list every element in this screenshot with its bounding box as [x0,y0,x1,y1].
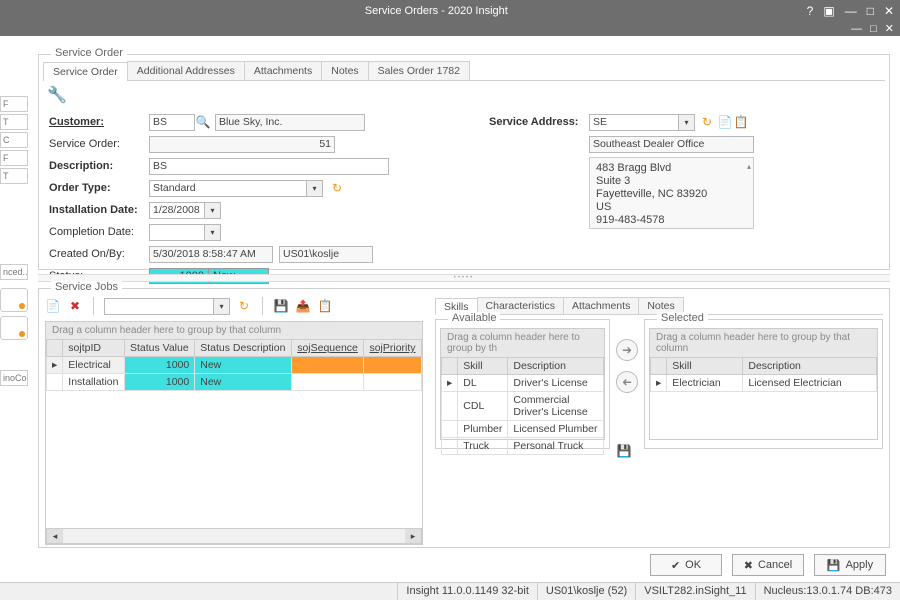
window-title: Service Orders - 2020 Insight [66,5,807,17]
check-icon: ✔ [671,559,680,572]
left-docked-remnant: F T C F T nced... inoCon [0,96,28,388]
horizontal-scrollbar[interactable]: ◂▸ [46,528,422,544]
table-row: TruckPersonal Truck [442,438,604,455]
docked-button-2[interactable] [0,316,28,340]
splitter[interactable]: ••••• [38,274,890,282]
service-order-no [149,136,335,153]
mdi-close-icon[interactable]: ✕ [885,22,894,36]
title-bar: Service Orders - 2020 Insight ? ▣ — □ ✕ [0,0,900,22]
label-completion-date: Completion Date: [49,226,149,238]
mdi-controls: — □ ✕ [0,22,900,36]
table-row: PlumberLicensed Plumber [442,421,604,438]
address-code-select[interactable] [589,114,679,131]
restore-icon[interactable]: ▣ [823,4,834,18]
apply-button[interactable]: 💾Apply [814,554,886,576]
jobs-grid[interactable]: Drag a column header here to group by th… [45,321,423,545]
new-address-icon[interactable]: 📄 [717,114,733,130]
service-jobs-group: Service Jobs 📄 ✖ ▾ ↻ 💾 📤 📋 Drag a column… [38,288,890,548]
chevron-down-icon[interactable]: ▾ [205,202,221,219]
tab-notes[interactable]: Notes [321,61,368,80]
add-job-icon[interactable]: 📄 [45,298,61,314]
available-grid[interactable]: Drag a column header here to group by th… [440,328,605,440]
table-row: Installation 1000 New [47,374,422,391]
service-order-tabs: Service Order Additional Addresses Attac… [43,61,885,81]
tab-service-order[interactable]: Service Order [43,62,128,81]
export-icon[interactable]: 📤 [295,298,311,314]
label-installation-date: Installation Date: [49,204,149,216]
docked-button-1[interactable] [0,288,28,312]
chevron-down-icon[interactable]: ▾ [214,298,230,315]
drag-hint: Drag a column header here to group by th… [46,322,422,339]
table-row: ▸ElectricianLicensed Electrician [651,375,877,392]
service-order-group: Service Order Service Order Additional A… [38,54,890,270]
close-icon[interactable]: ✕ [884,4,894,18]
selected-grid[interactable]: Drag a column header here to group by th… [649,328,878,440]
mdi-restore-icon[interactable]: □ [870,22,877,36]
chevron-down-icon[interactable]: ▾ [679,114,695,131]
copy-address-icon[interactable]: 📋 [733,114,749,130]
save-icon: 💾 [827,559,841,572]
customer-name-input [215,114,365,131]
chevron-down-icon[interactable]: ▾ [205,224,221,241]
table-row: ▸DLDriver's License [442,375,604,392]
selected-group: Selected Drag a column header here to gr… [644,319,883,449]
address-name [589,136,754,153]
completion-date-input[interactable] [149,224,205,241]
available-group: Available Drag a column header here to g… [435,319,610,449]
label-service-address: Service Address: [489,116,589,128]
table-row: ▸ Electrical 1000 New [47,357,422,374]
refresh-icon[interactable]: ↻ [329,180,345,196]
status-bar: Insight 11.0.0.1149 32-bit US01\koslje (… [0,582,900,600]
tab-additional-addresses[interactable]: Additional Addresses [127,61,245,80]
cancel-button[interactable]: ✖Cancel [732,554,804,576]
mdi-minimize-icon[interactable]: — [851,22,862,36]
label-order-type: Order Type: [49,182,149,194]
wrench-icon[interactable]: 🔧 [49,87,65,103]
save-icon[interactable]: 💾 [273,298,289,314]
label-service-order: Service Order: [49,138,149,150]
group-legend-jobs: Service Jobs [51,281,122,293]
ok-button[interactable]: ✔OK [650,554,722,576]
x-icon: ✖ [744,559,753,572]
copy-icon[interactable]: 📋 [317,298,333,314]
docked-tab[interactable]: inoCon [0,370,28,386]
help-icon[interactable]: ? [807,4,814,18]
order-type-select[interactable] [149,180,307,197]
description-input[interactable] [149,158,389,175]
refresh-address-icon[interactable]: ↻ [699,114,715,130]
delete-job-icon[interactable]: ✖ [67,298,83,314]
minimize-icon[interactable]: — [845,4,857,18]
move-left-button[interactable]: ➜ [616,371,638,393]
created-by-value [279,246,373,263]
maximize-icon[interactable]: □ [867,4,874,18]
label-created-on-by: Created On/By: [49,248,149,260]
job-filter-input[interactable] [104,298,214,315]
tab-sales-order[interactable]: Sales Order 1782 [368,61,470,80]
label-description: Description: [49,160,149,172]
group-legend: Service Order [51,47,127,59]
grid-header-row: sojtpID Status Value Status Description … [47,340,422,357]
label-customer: Customer: [49,116,149,128]
move-right-button[interactable]: ➜ [616,339,638,361]
created-on-value [149,246,273,263]
customer-code-input[interactable] [149,114,195,131]
save-skills-icon[interactable]: 💾 [616,443,632,459]
lookup-customer-icon[interactable]: 🔍 [195,114,211,130]
address-text: ▴ 483 Bragg Blvd Suite 3 Fayetteville, N… [589,157,754,229]
chevron-down-icon[interactable]: ▾ [307,180,323,197]
tab-attachments[interactable]: Attachments [244,61,322,80]
refresh-jobs-icon[interactable]: ↻ [236,298,252,314]
table-row: CDLCommercial Driver's License [442,392,604,421]
installation-date-input[interactable] [149,202,205,219]
tab-attachments-2[interactable]: Attachments [563,297,639,314]
